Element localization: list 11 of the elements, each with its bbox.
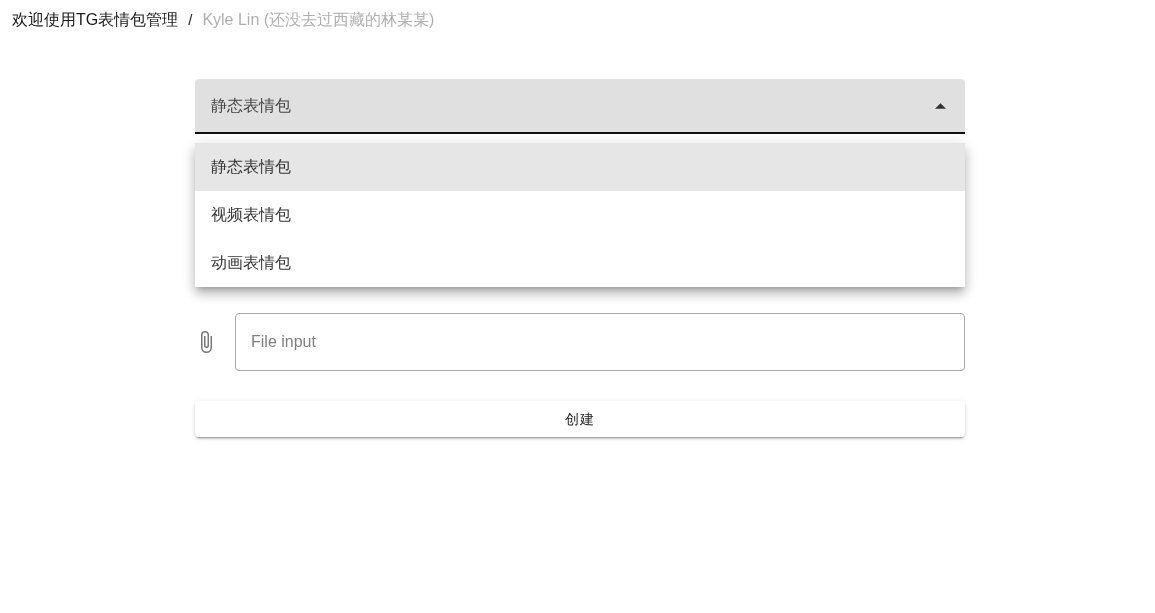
- caret-icon: [935, 102, 946, 109]
- file-input[interactable]: File input: [235, 313, 965, 371]
- dropdown-option[interactable]: 视频表情包: [195, 191, 965, 239]
- select-value: 静态表情包: [211, 95, 292, 116]
- create-button[interactable]: 创建: [195, 401, 965, 437]
- breadcrumb-separator: /: [188, 9, 193, 30]
- dropdown-option[interactable]: 静态表情包: [195, 143, 965, 191]
- sticker-type-select[interactable]: 静态表情包: [195, 79, 965, 134]
- breadcrumb-link[interactable]: 欢迎使用TG表情包管理: [12, 8, 179, 32]
- paperclip-icon[interactable]: [201, 331, 212, 353]
- dropdown-option[interactable]: 动画表情包: [195, 239, 965, 287]
